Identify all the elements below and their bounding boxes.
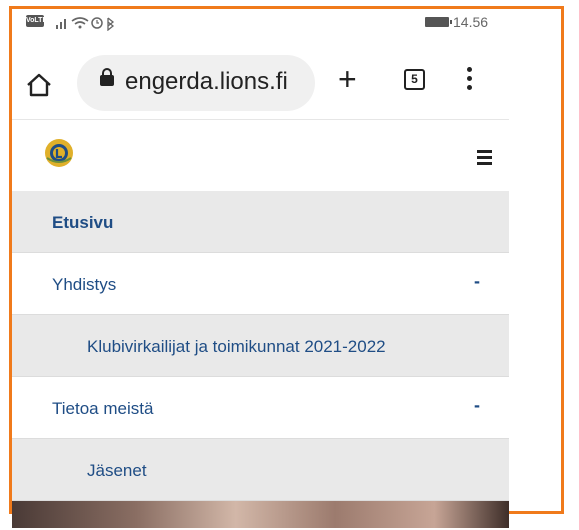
nav-item-yhdistys[interactable]: Yhdistys - (12, 253, 509, 315)
nav-item-label: Etusivu (52, 213, 114, 232)
nav-item-etusivu[interactable]: Etusivu (12, 191, 509, 253)
home-icon[interactable] (26, 73, 52, 97)
url-text: engerda.lions.fi (125, 68, 288, 95)
battery-icon (425, 17, 452, 27)
site-header (12, 119, 509, 192)
hero-image (12, 501, 509, 528)
collapse-toggle[interactable]: - (474, 271, 480, 292)
nav-item-tietoa-meista[interactable]: Tietoa meistä - (12, 377, 509, 439)
tabs-icon[interactable]: 5 (404, 69, 425, 90)
volte-icon: VoLTE (26, 15, 47, 27)
nav-menu: Etusivu Yhdistys - Klubivirkailijat ja t… (12, 191, 509, 501)
nav-item-label: Jäsenet (87, 461, 147, 480)
lions-logo[interactable] (44, 138, 74, 168)
status-bar: VoLTE 14.56 (12, 9, 509, 37)
lock-icon (100, 68, 114, 86)
nav-item-label: Tietoa meistä (52, 399, 154, 418)
nav-item-label: Yhdistys (52, 275, 117, 294)
clock: 14.56 (453, 14, 489, 30)
new-tab-icon[interactable]: + (338, 63, 357, 95)
collapse-toggle[interactable]: - (474, 395, 480, 416)
nav-item-jasenet[interactable]: Jäsenet (12, 439, 509, 501)
address-bar[interactable]: engerda.lions.fi (77, 55, 315, 111)
hamburger-icon[interactable] (477, 150, 492, 168)
nav-item-klubivirkailijat[interactable]: Klubivirkailijat ja toimikunnat 2021-202… (12, 315, 509, 377)
menu-icon[interactable] (467, 67, 473, 91)
browser-toolbar: engerda.lions.fi + 5 (12, 47, 509, 117)
phone-screen: VoLTE 14.56 engerda.lions.fi + 5 Etusivu… (12, 9, 509, 528)
nav-item-label: Klubivirkailijat ja toimikunnat 2021-202… (87, 337, 386, 356)
signal-wifi-icons (56, 17, 115, 31)
